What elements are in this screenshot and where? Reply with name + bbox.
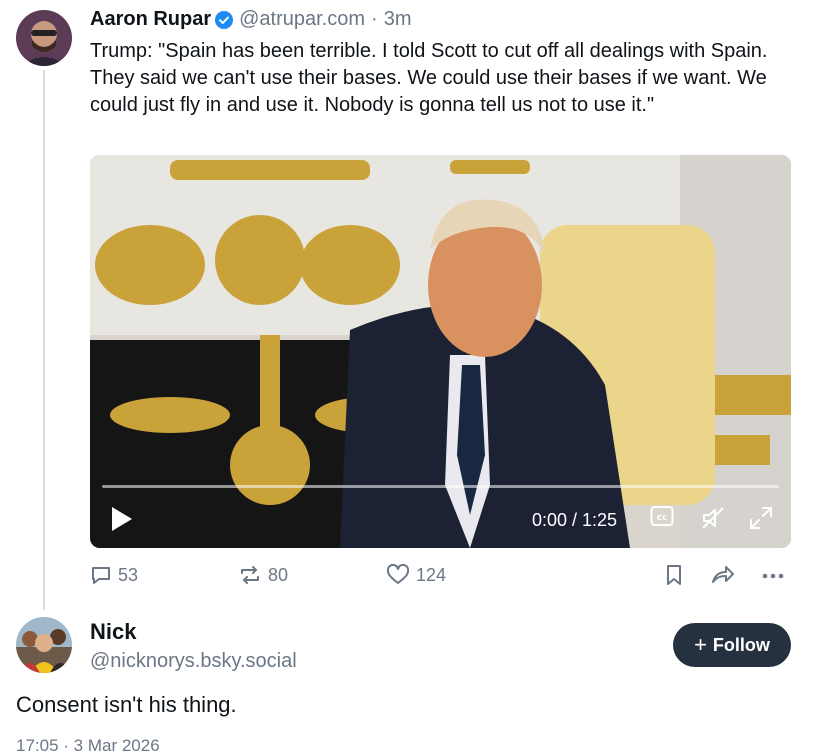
- post-header: Aaron Rupar @atrupar.com · 3m: [90, 8, 412, 31]
- like-button[interactable]: 124: [386, 564, 446, 586]
- video-time: 0:00 / 1:25: [532, 510, 618, 530]
- verified-icon: [215, 10, 234, 29]
- separator: ·: [371, 8, 378, 30]
- repost-count: 80: [268, 564, 289, 585]
- reply-author-name[interactable]: Nick: [90, 619, 136, 645]
- author-handle[interactable]: @atrupar.com: [239, 8, 365, 31]
- plus-icon: +: [694, 632, 707, 657]
- more-options-icon[interactable]: [760, 564, 792, 586]
- post-actions: 53 80 124: [90, 564, 790, 590]
- reply-icon: [92, 567, 110, 584]
- reply-button[interactable]: 53: [90, 564, 138, 586]
- video-progress-bar[interactable]: [102, 485, 779, 488]
- reply-text: Consent isn't his thing.: [16, 692, 237, 717]
- post-time[interactable]: 3m: [384, 8, 412, 31]
- video-player[interactable]: 0:00 / 1:25 cc: [90, 155, 791, 548]
- heart-icon: [386, 564, 410, 584]
- follow-button[interactable]: + Follow: [673, 623, 791, 667]
- avatar[interactable]: [16, 10, 72, 66]
- video-frame: [90, 155, 791, 548]
- share-icon[interactable]: [710, 564, 742, 586]
- repost-button[interactable]: 80: [238, 564, 288, 586]
- post-text: Trump: "Spain has been terrible. I told …: [90, 40, 768, 116]
- mute-icon[interactable]: [700, 505, 726, 536]
- reply-count: 53: [118, 564, 139, 585]
- thread-line: [43, 70, 45, 610]
- bookmark-icon[interactable]: [664, 564, 690, 586]
- reply-date[interactable]: 17:05 · 3 Mar 2026: [16, 736, 160, 756]
- captions-icon[interactable]: cc: [650, 505, 674, 532]
- svg-text:cc: cc: [657, 513, 668, 523]
- author-name[interactable]: Aaron Rupar: [90, 8, 211, 31]
- like-count: 124: [416, 564, 447, 585]
- fullscreen-icon[interactable]: [748, 505, 774, 536]
- play-icon[interactable]: [110, 505, 134, 538]
- avatar[interactable]: [16, 617, 72, 673]
- follow-label: Follow: [712, 634, 770, 655]
- reply-author-handle[interactable]: @nicknorys.bsky.social: [90, 650, 297, 673]
- repost-icon: [241, 566, 259, 584]
